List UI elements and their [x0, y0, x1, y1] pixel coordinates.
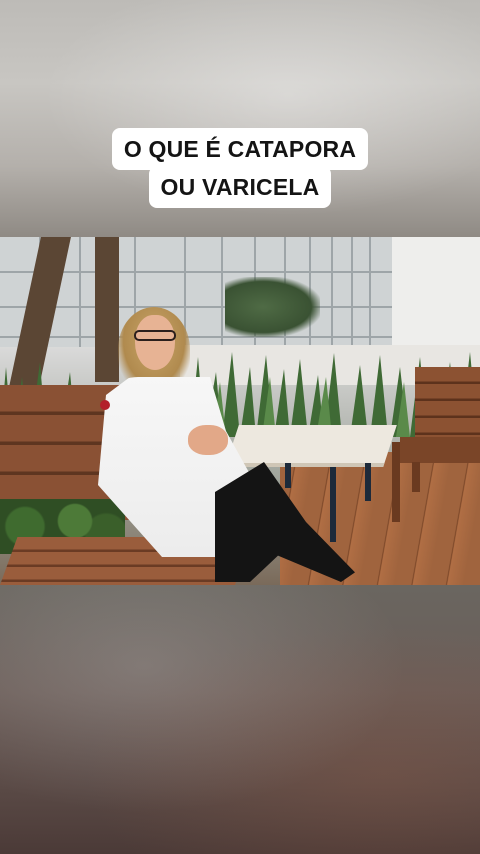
black-pants — [215, 462, 355, 582]
face — [135, 315, 175, 370]
video-frame[interactable] — [0, 237, 480, 585]
coat-logo-icon — [100, 400, 110, 410]
doctor-person — [0, 237, 480, 585]
glasses-icon — [134, 330, 176, 341]
hands — [188, 425, 228, 455]
caption-line-2: OU VARICELA — [148, 166, 332, 208]
caption-overlay: O QUE É CATAPORA OU VARICELA — [0, 128, 480, 208]
caption-line-1: O QUE É CATAPORA — [111, 128, 369, 170]
blurred-background-bottom — [0, 585, 480, 854]
